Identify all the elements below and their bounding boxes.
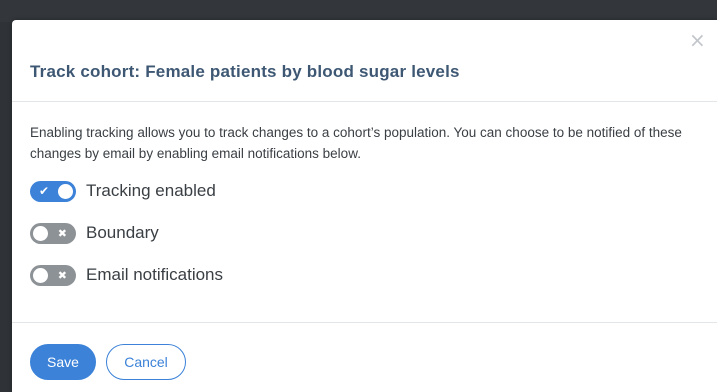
dialog-body: Enabling tracking allows you to track ch… [12, 102, 717, 290]
page-backdrop [0, 0, 717, 22]
email-notifications-row: ✖ Email notifications [30, 260, 717, 290]
tracking-enabled-row: ✔ Tracking enabled [30, 176, 717, 206]
dialog-header: Track cohort: Female patients by blood s… [12, 20, 717, 102]
email-notifications-toggle[interactable]: ✖ [30, 264, 76, 286]
toggle-knob [33, 267, 48, 283]
cancel-button[interactable]: Cancel [106, 344, 186, 380]
track-cohort-dialog: × Track cohort: Female patients by blood… [12, 20, 717, 392]
dialog-description: Enabling tracking allows you to track ch… [30, 125, 682, 161]
boundary-label: Boundary [86, 223, 159, 242]
close-icon[interactable]: × [689, 30, 706, 50]
tracking-enabled-label: Tracking enabled [86, 181, 216, 200]
check-icon: ✔ [39, 183, 50, 198]
boundary-toggle[interactable]: ✖ [30, 222, 76, 244]
tracking-enabled-toggle[interactable]: ✔ [30, 180, 76, 202]
x-icon: ✖ [57, 268, 67, 282]
save-button[interactable]: Save [30, 344, 96, 380]
email-notifications-label: Email notifications [86, 265, 224, 284]
x-icon: ✖ [57, 226, 67, 240]
dialog-title: Track cohort: Female patients by blood s… [30, 62, 460, 81]
toggle-knob [58, 183, 73, 199]
toggle-knob [33, 225, 48, 241]
boundary-row: ✖ Boundary [30, 218, 717, 248]
toggle-list: ✔ Tracking enabled ✖ Boundary ✖ Email no… [30, 176, 717, 290]
dialog-footer: Save Cancel [12, 322, 717, 392]
